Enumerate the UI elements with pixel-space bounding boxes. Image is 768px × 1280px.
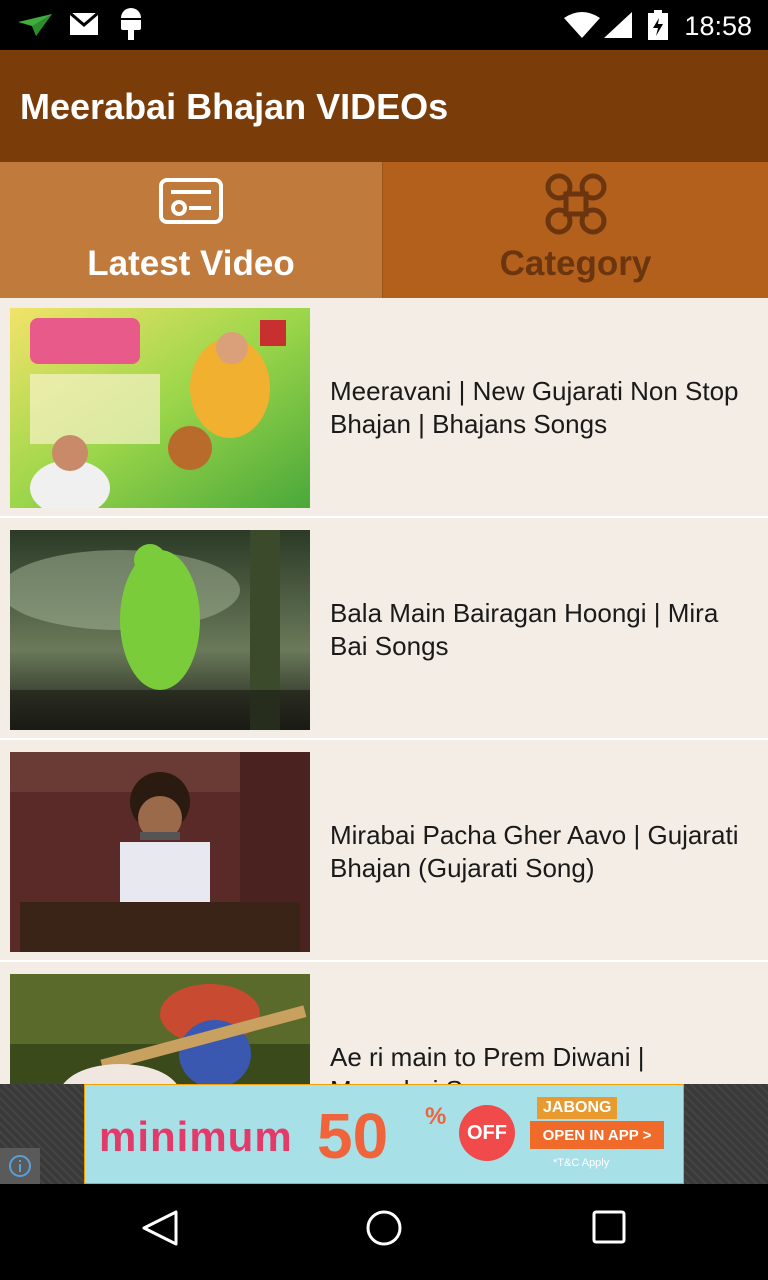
wifi-icon [564,12,600,38]
video-title[interactable]: Ae ri main to Prem Diwani | Meerabai Son… [330,964,760,1084]
home-button[interactable] [364,1208,404,1248]
thumbnail-image [10,308,310,508]
thumbnail-image [10,974,310,1084]
tab-label: Latest Video [87,244,295,283]
ad-cta-button[interactable]: OPEN IN APP > [530,1121,664,1149]
video-card-icon [159,178,223,224]
video-list-item[interactable]: Mirabai Pacha Gher Aavo | Gujarati Bhaja… [0,742,768,962]
video-title[interactable]: Meeravani | New Gujarati Non Stop Bhajan… [330,298,760,518]
video-title[interactable]: Mirabai Pacha Gher Aavo | Gujarati Bhaja… [330,742,760,962]
send-icon [18,14,52,36]
battery-icon [648,10,668,40]
video-title[interactable]: Bala Main Bairagan Hoongi | Mira Bai Son… [330,520,760,740]
recents-button[interactable] [590,1208,630,1248]
video-thumbnail[interactable] [10,974,310,1084]
ad-headline: minimum [99,1113,293,1160]
video-thumbnail[interactable] [10,752,310,952]
video-list-item[interactable]: Bala Main Bairagan Hoongi | Mira Bai Son… [0,520,768,740]
app-title: Meerabai Bhajan VIDEOs [20,86,449,127]
tab-category[interactable]: Category [383,162,768,298]
app-bar: Meerabai Bhajan VIDEOs [0,50,768,162]
tab-label: Category [499,244,652,283]
tab-latest-video[interactable]: Latest Video [0,162,382,298]
tab-bar: Latest Video Category [0,162,768,298]
ad-container: minimum 50 % OFF JABONG OPEN IN APP > *T… [0,1084,768,1184]
ad-percent: % [425,1103,447,1130]
ad-off-badge: OFF [459,1105,515,1161]
mail-icon [70,13,98,35]
ad-brand: JABONG [537,1097,618,1119]
ad-banner[interactable]: minimum 50 % OFF JABONG OPEN IN APP > *T… [84,1084,684,1184]
video-list[interactable]: Meeravani | New Gujarati Non Stop Bhajan… [0,298,768,1084]
navigation-bar [0,1184,768,1280]
video-thumbnail[interactable] [10,308,310,508]
thumbnail-image [10,752,310,952]
status-bar: 18:58 [0,0,768,50]
ad-discount: 50 [317,1100,389,1172]
info-icon [9,1155,31,1177]
ad-terms: *T&C Apply [553,1157,610,1169]
video-thumbnail[interactable] [10,530,310,730]
ad-info-button[interactable] [0,1148,40,1184]
video-list-item[interactable]: Meeravani | New Gujarati Non Stop Bhajan… [0,298,768,518]
video-list-item[interactable]: Ae ri main to Prem Diwani | Meerabai Son… [0,964,768,1084]
android-icon [118,8,144,40]
signal-icon [604,12,632,38]
clock: 18:58 [684,11,752,41]
command-icon [545,173,606,235]
back-button[interactable] [140,1208,180,1248]
thumbnail-image [10,530,310,730]
